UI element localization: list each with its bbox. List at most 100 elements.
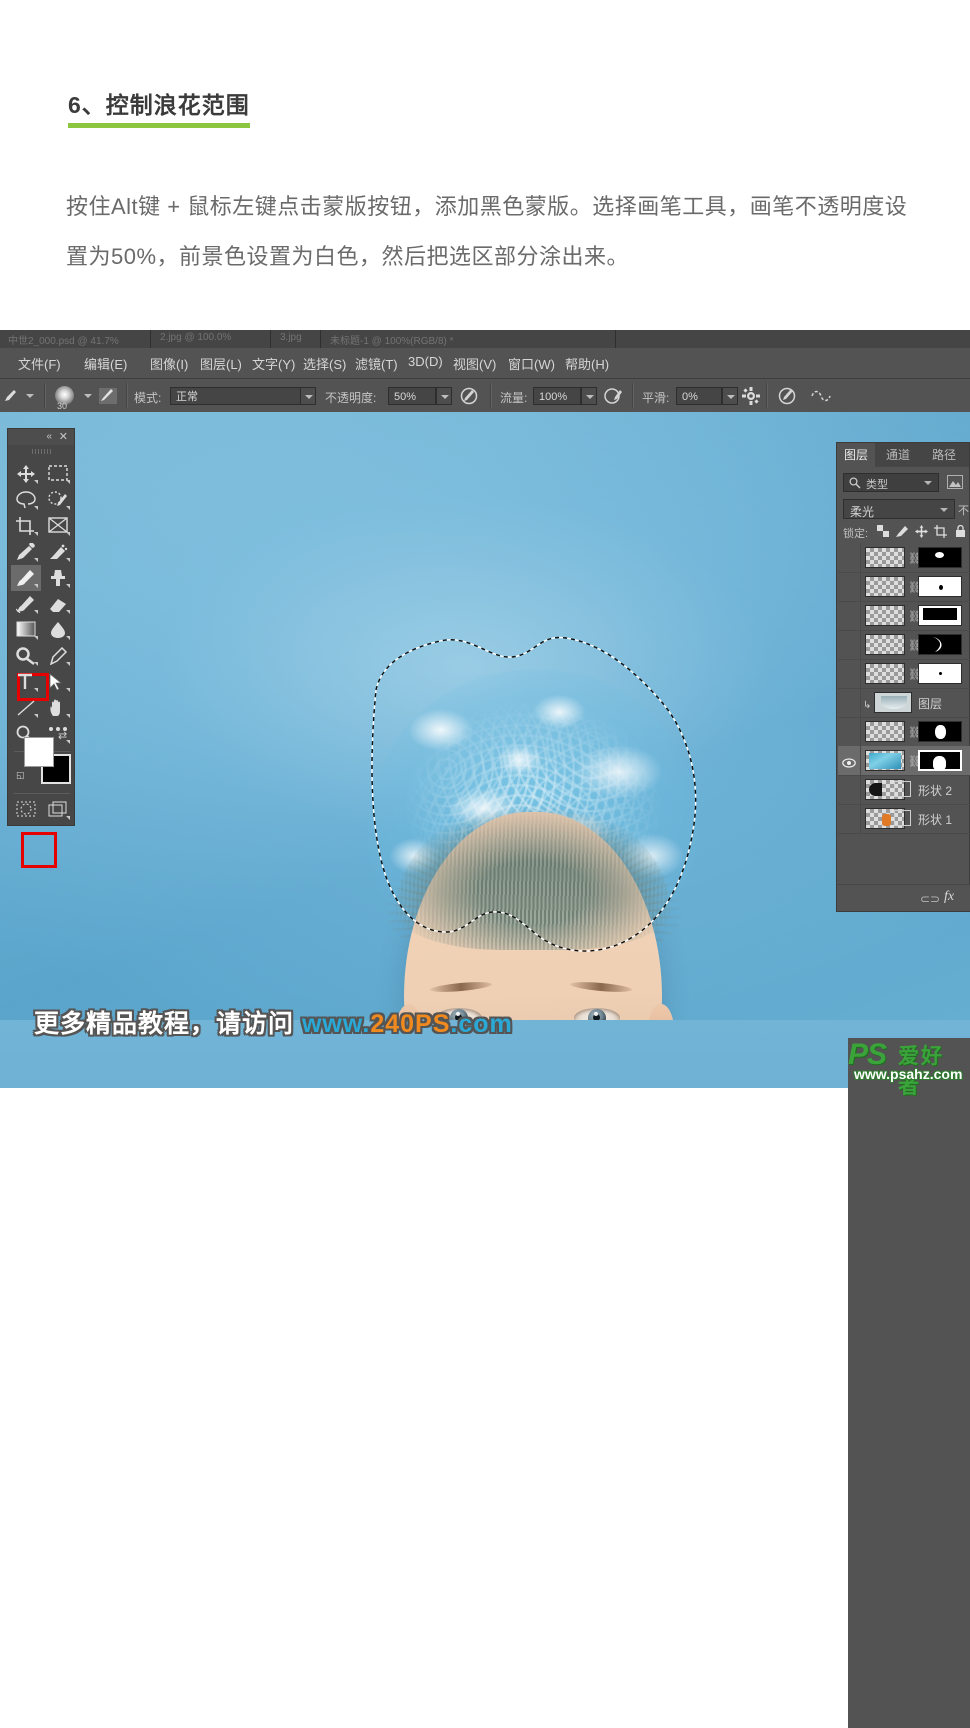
menu-item-image[interactable]: 图像(I) <box>150 354 188 373</box>
filter-pixel-layers-icon[interactable] <box>947 475 963 489</box>
mode-caret-icon[interactable] <box>300 387 316 405</box>
tab-layers[interactable]: 图层 <box>837 443 876 467</box>
blend-mode-select[interactable]: 柔光 <box>843 499 955 519</box>
screen-mode-icon[interactable] <box>43 797 73 823</box>
tools-panel-header[interactable]: « ✕ <box>8 429 74 445</box>
document-tab-1[interactable]: 中世2_000.psd @ 41.7% <box>8 332 119 347</box>
rectangular-marquee-tool-icon[interactable] <box>43 461 73 487</box>
path-selection-tool-icon[interactable] <box>43 669 73 695</box>
layer-mask-8-selected[interactable] <box>918 750 962 771</box>
clone-stamp-tool-icon[interactable] <box>43 565 73 591</box>
eyedropper-tool-icon[interactable] <box>11 539 41 565</box>
canvas-area[interactable] <box>0 412 970 1020</box>
menu-item-help[interactable]: 帮助(H) <box>565 354 609 373</box>
menu-item-select[interactable]: 选择(S) <box>303 354 346 373</box>
layer-mask-2[interactable] <box>918 576 962 597</box>
layer-row-6[interactable]: ↳ 图层 <box>838 688 970 718</box>
visibility-toggle-7[interactable] <box>838 717 861 746</box>
menu-item-file[interactable]: 文件(F) <box>18 354 61 373</box>
layer-row-4[interactable]: ⛓ <box>838 630 970 660</box>
visibility-toggle-6[interactable] <box>838 688 861 717</box>
frame-tool-icon[interactable] <box>43 513 73 539</box>
layer-row-7[interactable]: ⛓ <box>838 717 970 747</box>
layer-name-9[interactable]: 形状 2 <box>918 782 952 799</box>
layer-row-9[interactable]: 形状 2 <box>838 775 970 805</box>
blur-tool-icon[interactable] <box>43 617 73 643</box>
layer-style-fx-icon[interactable]: fx <box>944 889 954 905</box>
menu-item-view[interactable]: 视图(V) <box>453 354 496 373</box>
document-tab-4[interactable]: 未标题-1 @ 100%(RGB/8) * <box>330 332 454 347</box>
layer-thumbnail-1[interactable] <box>865 547 905 568</box>
visibility-toggle-4[interactable] <box>838 630 861 659</box>
layer-thumbnail-8[interactable] <box>865 750 905 771</box>
visibility-toggle-9[interactable] <box>838 775 861 804</box>
visibility-toggle-3[interactable] <box>838 601 861 630</box>
close-icon[interactable]: ✕ <box>59 430 68 443</box>
flow-caret-icon[interactable] <box>581 387 597 405</box>
opacity-caret-icon[interactable] <box>436 387 452 405</box>
pen-tool-icon[interactable] <box>43 643 73 669</box>
swap-colors-icon[interactable]: ⇄ <box>58 729 67 742</box>
hand-tool-icon[interactable] <box>43 695 73 721</box>
quick-mask-toggle-icon[interactable] <box>11 797 41 823</box>
blend-mode-caret-icon[interactable] <box>940 508 948 512</box>
menu-item-3d[interactable]: 3D(D) <box>408 354 443 369</box>
layer-row-10[interactable]: 形状 1 <box>838 804 970 834</box>
layer-filter-select[interactable]: 类型 <box>843 473 939 492</box>
menu-item-filter[interactable]: 滤镜(T) <box>355 354 398 373</box>
layer-thumbnail-4[interactable] <box>865 634 905 655</box>
default-colors-icon[interactable]: ◱ <box>16 770 25 781</box>
vector-mask-thumbnail-10[interactable] <box>894 810 911 826</box>
layer-mask-1[interactable] <box>918 547 962 568</box>
dodge-tool-icon[interactable] <box>11 643 41 669</box>
menu-item-window[interactable]: 窗口(W) <box>508 354 555 373</box>
drag-grip[interactable] <box>32 449 52 454</box>
menu-item-edit[interactable]: 编辑(E) <box>84 354 127 373</box>
document-tab-2[interactable]: 2.jpg @ 100.0% <box>160 332 231 343</box>
visibility-toggle-2[interactable] <box>838 572 861 601</box>
layer-mask-5[interactable] <box>918 663 962 684</box>
spot-healing-brush-tool-icon[interactable] <box>43 539 73 565</box>
tab-channels[interactable]: 通道 <box>879 443 917 467</box>
mode-select[interactable]: 正常 <box>170 387 315 405</box>
layer-mask-7[interactable] <box>918 721 962 742</box>
move-tool-icon[interactable] <box>11 461 41 487</box>
gradient-tool-icon[interactable] <box>11 617 41 643</box>
smoothing-caret-icon[interactable] <box>722 387 738 405</box>
layer-thumbnail-3[interactable] <box>865 605 905 626</box>
line-tool-icon[interactable] <box>11 695 41 721</box>
foreground-color-swatch[interactable] <box>24 737 54 767</box>
crop-tool-icon[interactable] <box>11 513 41 539</box>
layer-thumbnail-2[interactable] <box>865 576 905 597</box>
layer-name-10[interactable]: 形状 1 <box>918 811 952 828</box>
document-tab-3[interactable]: 3.jpg <box>280 332 302 343</box>
eraser-tool-icon[interactable] <box>43 591 73 617</box>
visibility-toggle-8[interactable] <box>838 746 861 775</box>
smoothing-input[interactable]: 0% <box>676 387 722 405</box>
quick-selection-tool-icon[interactable] <box>43 487 73 513</box>
layer-thumbnail-6[interactable] <box>874 692 912 713</box>
vector-mask-thumbnail-9[interactable] <box>894 781 911 797</box>
layer-thumbnail-7[interactable] <box>865 721 905 742</box>
menu-item-layer[interactable]: 图层(L) <box>200 354 242 373</box>
visibility-toggle-10[interactable] <box>838 804 861 833</box>
menu-item-type[interactable]: 文字(Y) <box>252 354 295 373</box>
link-layers-icon[interactable]: ⊂⊃ <box>920 892 940 906</box>
layer-mask-3[interactable] <box>918 605 962 626</box>
brush-preset-caret-icon[interactable] <box>80 387 94 405</box>
flow-input[interactable]: 100% <box>533 387 581 405</box>
layer-row-5[interactable]: ⛓ <box>838 659 970 689</box>
lasso-tool-icon[interactable] <box>11 487 41 513</box>
brush-tool-icon[interactable] <box>11 565 41 591</box>
layer-row-3[interactable]: ⛓ <box>838 601 970 631</box>
collapse-icon[interactable]: « <box>46 431 52 442</box>
layer-mask-4[interactable] <box>918 634 962 655</box>
layer-name-6[interactable]: 图层 <box>918 695 942 712</box>
layer-row-8-selected[interactable]: ⛓ <box>838 746 970 776</box>
tool-preset-caret-icon[interactable] <box>22 387 36 405</box>
visibility-toggle-5[interactable] <box>838 659 861 688</box>
chevron-down-icon[interactable] <box>924 481 932 485</box>
layer-row-2[interactable]: ⛓ <box>838 572 970 602</box>
eye-icon[interactable] <box>842 755 856 773</box>
document-tab-bar[interactable]: 中世2_000.psd @ 41.7% 2.jpg @ 100.0% 3.jpg… <box>0 330 970 348</box>
